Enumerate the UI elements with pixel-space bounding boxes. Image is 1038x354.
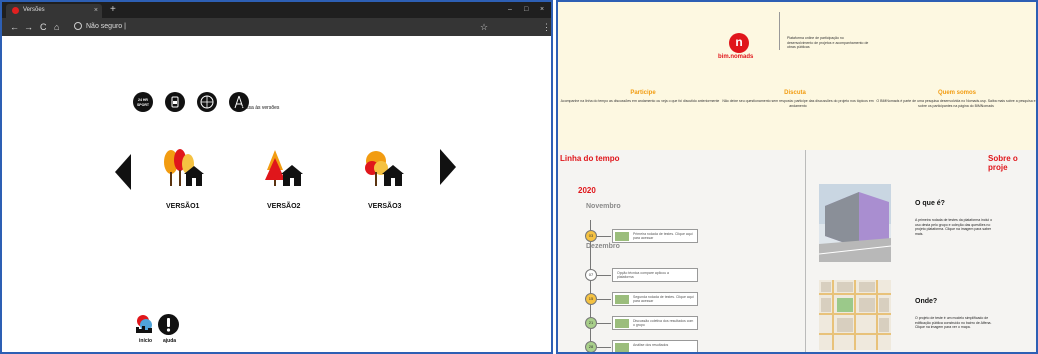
year-label: 2020 [578, 186, 596, 195]
timeline-connector [597, 299, 611, 300]
discuta-title: Discuta [784, 90, 806, 96]
previous-arrow-icon[interactable] [115, 154, 131, 190]
inicio-icon[interactable] [134, 314, 154, 339]
timeline-card[interactable]: Análise dos resultados [612, 340, 698, 352]
bookmark-star-icon[interactable]: ☆ [480, 21, 488, 33]
what-text: A primeira rodada de testes da plataform… [915, 218, 993, 236]
where-text: O projeto de teste é um modelo simplific… [915, 316, 992, 329]
tab-close-icon[interactable]: × [94, 5, 98, 16]
timeline-card[interactable]: Primeira rodada de testes. Clique aqui p… [612, 229, 698, 243]
quem-somos-text: O BIMNomads é parte de uma pesquisa dese… [876, 99, 1036, 108]
timeline-connector [597, 275, 611, 276]
timeline-card-text: Segunda rodada de testes. Clique aqui pa… [633, 295, 694, 303]
bim-nomads-logo-icon[interactable]: n [729, 33, 749, 53]
about-project-heading: Sobre o proje [988, 154, 1018, 172]
maximize-button[interactable]: □ [524, 4, 528, 16]
logo-text: bim.nomads [718, 54, 754, 60]
timeline-card[interactable]: Opção técnica compare aplicou a platafor… [612, 268, 698, 282]
new-tab-button[interactable]: + [110, 4, 116, 16]
month-december: Dezembro [586, 243, 620, 250]
version2-label[interactable]: VERSÃO2 [267, 203, 300, 210]
timeline-dot[interactable]: 28 [585, 341, 597, 352]
favicon-icon [12, 7, 19, 14]
what-title: O que é? [915, 200, 945, 207]
timeline-dot[interactable]: 15 [585, 293, 597, 305]
version3-icon[interactable] [364, 148, 406, 193]
close-window-button[interactable]: × [540, 4, 544, 16]
jar-icon[interactable] [165, 92, 185, 112]
ajuda-label[interactable]: ajuda [163, 338, 176, 344]
timeline-thumb-icon [615, 343, 629, 352]
section-divider [805, 150, 806, 352]
version3-label[interactable]: VERSÃO3 [368, 203, 401, 210]
version2-icon[interactable] [265, 148, 307, 193]
tab-title: Versões [23, 7, 45, 13]
timeline-card-text: Opção técnica compare aplicou a platafor… [617, 271, 669, 279]
browser-toolbar: ← → C ⌂ Não seguro | ☆ ⋮ [2, 18, 551, 36]
back-button[interactable]: ← [10, 21, 19, 33]
timeline-card-text: Análise dos resultados [633, 343, 669, 347]
timeline-card[interactable]: Segunda rodada de testes. Clique aqui pa… [612, 292, 698, 306]
timeline-card[interactable]: Discussão coletiva dos resultados com o … [612, 316, 698, 330]
browser-tab[interactable]: Versões × [6, 4, 102, 18]
address-text: Não seguro | [86, 23, 126, 30]
svg-text:SPORT: SPORT [137, 103, 150, 107]
timeline-thumb-icon [615, 232, 629, 241]
quem-somos-title: Quem somos [937, 90, 976, 96]
participe-title: Participe [630, 90, 656, 96]
timeline-connector [597, 347, 611, 348]
left-browser-window: Versões × + – □ × ← → C ⌂ Não seguro | ☆… [0, 0, 553, 354]
info-icon[interactable] [74, 22, 82, 30]
timeline-dot[interactable]: 03 [585, 230, 597, 242]
participe-text: Acompanhe na linha do tempo as discussõe… [560, 99, 720, 103]
timeline-dot[interactable]: 21 [585, 317, 597, 329]
acessa-versoes-label: acessa às versões [238, 105, 280, 111]
map-image[interactable] [819, 280, 891, 352]
timeline-thumb-icon [615, 319, 629, 328]
content-section: Linha do tempo Sobre o proje 2020 Novemb… [558, 150, 1036, 352]
timeline-heading: Linha do tempo [560, 154, 620, 163]
svg-text:24 HR: 24 HR [138, 98, 148, 102]
address-bar[interactable]: Não seguro | [74, 21, 494, 33]
right-webpage: n bim.nomads Plataforma online de partic… [556, 0, 1038, 354]
forward-button[interactable]: → [24, 21, 33, 33]
globe-icon[interactable] [197, 92, 217, 112]
browser-menu-icon[interactable]: ⋮ [542, 21, 551, 33]
help-icon[interactable] [158, 314, 179, 335]
version1-label[interactable]: VERSÃO1 [166, 203, 199, 210]
minimize-button[interactable]: – [508, 4, 512, 16]
inicio-label[interactable]: início [139, 338, 152, 344]
timeline-card-text: Discussão coletiva dos resultados com o … [633, 319, 694, 327]
timeline-connector [597, 236, 611, 237]
home-button[interactable]: ⌂ [54, 21, 59, 33]
title-bar: Versões × + – □ × [2, 2, 551, 18]
timeline-card-text: Primeira rodada de testes. Clique aqui p… [633, 232, 693, 240]
header-divider [779, 12, 780, 50]
logo-badge-icon[interactable]: 24 HR SPORT [133, 92, 153, 112]
where-title: Onde? [915, 298, 938, 305]
timeline-thumb-icon [615, 295, 629, 304]
reload-button[interactable]: C [40, 21, 47, 33]
next-arrow-icon[interactable] [440, 149, 456, 185]
discuta-text: Não deixe seu questionamento sem respost… [722, 99, 874, 108]
version1-icon[interactable] [162, 148, 204, 193]
timeline-connector [597, 323, 611, 324]
page-content: 24 HR SPORT acessa às versões VERSÃO1 VE… [2, 36, 551, 352]
building-render-image[interactable] [818, 184, 892, 267]
header-section: n bim.nomads Plataforma online de partic… [558, 2, 1036, 150]
month-november: Novembro [586, 203, 621, 210]
tagline: Plataforma online de participação no des… [787, 36, 869, 49]
timeline-dot[interactable]: 07 [585, 269, 597, 281]
